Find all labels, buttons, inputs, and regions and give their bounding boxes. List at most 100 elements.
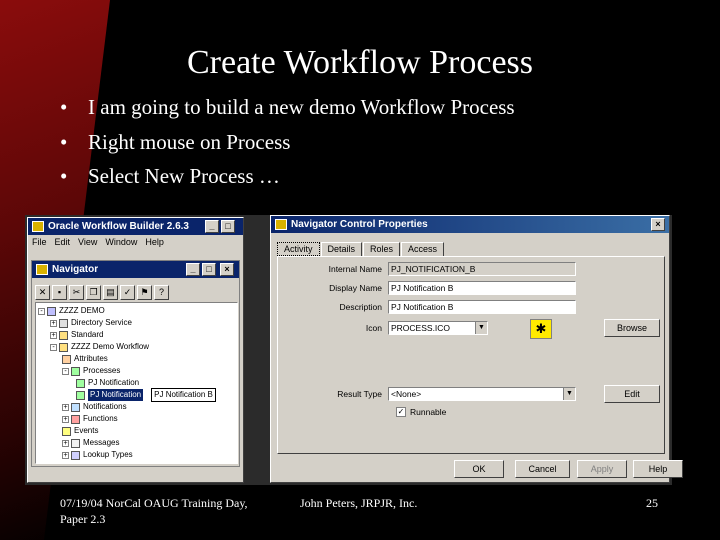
rename-input[interactable]: PJ Notification B	[151, 388, 216, 402]
runnable-label: Runnable	[410, 407, 447, 417]
expand-icon[interactable]: +	[62, 415, 69, 423]
help-tool-icon[interactable]: ?	[154, 285, 169, 300]
bullet-item: Right mouse on Process	[60, 125, 515, 160]
cut-tool-icon[interactable]: ✂	[69, 285, 84, 300]
result-type-select[interactable]: <None> ▼	[388, 387, 576, 401]
notifications-icon	[71, 402, 80, 412]
icon-row: Icon PROCESS.ICO ▼	[278, 321, 488, 335]
display-name-row: Display Name PJ Notification B	[278, 281, 576, 295]
properties-tabs: Activity Details Roles Access	[277, 242, 445, 256]
internal-name-label: Internal Name	[328, 264, 382, 274]
properties-title: Navigator Control Properties	[291, 219, 428, 230]
tree-item[interactable]: + Notifications	[62, 401, 127, 413]
tree-item[interactable]: + Standard	[50, 329, 103, 341]
menu-view[interactable]: View	[78, 237, 97, 247]
menu-file[interactable]: File	[32, 237, 47, 247]
tree-item[interactable]: - ZZZZ Demo Workflow	[50, 341, 149, 353]
verify-tool-icon[interactable]: ✓	[120, 285, 135, 300]
dialog-close-button[interactable]: ×	[651, 218, 665, 231]
description-row: Description PJ Notification B	[278, 300, 576, 314]
bullet-item: I am going to build a new demo Workflow …	[60, 90, 515, 125]
builder-titlebar: Oracle Workflow Builder 2.6.3 _ □	[28, 218, 243, 235]
dialog-icon	[275, 219, 287, 230]
tree-item[interactable]: + Directory Service	[50, 317, 132, 329]
maximize-button[interactable]: □	[221, 220, 235, 233]
description-field[interactable]: PJ Notification B	[388, 300, 576, 314]
menu-window[interactable]: Window	[105, 237, 137, 247]
tree-item[interactable]: - Processes	[62, 365, 120, 377]
processes-icon	[71, 366, 80, 376]
tab-access[interactable]: Access	[401, 242, 445, 256]
page-number: 25	[646, 496, 658, 510]
tab-details[interactable]: Details	[320, 242, 363, 256]
minimize-button[interactable]: _	[205, 220, 219, 233]
collapse-icon[interactable]: -	[50, 343, 57, 351]
result-type-label: Result Type	[337, 389, 382, 399]
app-icon	[32, 221, 44, 232]
menu-help[interactable]: Help	[145, 237, 164, 247]
activity-panel: Internal Name PJ_NOTIFICATION_B Display …	[277, 256, 665, 454]
edit-button[interactable]: Edit	[604, 385, 660, 403]
properties-titlebar: Navigator Control Properties ×	[271, 216, 669, 233]
tree-item-selected[interactable]: PJ Notification PJ Notification B	[76, 388, 216, 402]
gear-icon: ✱	[530, 319, 552, 339]
expand-icon[interactable]: +	[50, 331, 57, 339]
icon-select[interactable]: PROCESS.ICO ▼	[388, 321, 488, 335]
tab-roles[interactable]: Roles	[363, 242, 401, 256]
nav-maximize-button[interactable]: □	[202, 263, 216, 276]
tree-item[interactable]: - ZZZZ DEMO	[38, 305, 105, 317]
nav-minimize-button[interactable]: _	[186, 263, 200, 276]
display-name-field[interactable]: PJ Notification B	[388, 281, 576, 295]
functions-icon	[71, 414, 80, 424]
runnable-checkbox-row[interactable]: ✓ Runnable	[396, 407, 446, 417]
display-name-label: Display Name	[329, 283, 382, 293]
footer-event: 07/19/04 NorCal OAUG Training Day, Paper…	[60, 496, 248, 526]
properties-dialog: Navigator Control Properties × Activity …	[270, 215, 683, 483]
navigator-titlebar: Navigator _ □ ×	[32, 261, 239, 278]
directory-icon	[59, 318, 68, 328]
apply-button[interactable]: Apply	[577, 460, 627, 478]
tree-item[interactable]: Attributes	[62, 353, 108, 365]
icon-label: Icon	[365, 323, 382, 333]
chevron-down-icon[interactable]: ▼	[475, 322, 487, 334]
cancel-button[interactable]: Cancel	[515, 460, 570, 478]
bullet-item: Select New Process …	[60, 159, 515, 194]
tree-item[interactable]: PJ Notification	[76, 377, 139, 389]
copy-tool-icon[interactable]: ❐	[86, 285, 101, 300]
save-tool-icon[interactable]: ▪	[52, 285, 67, 300]
nav-close-button[interactable]: ×	[220, 263, 234, 276]
attributes-icon	[62, 354, 71, 364]
footer-author: John Peters, JRPJR, Inc.	[300, 496, 418, 510]
flag-tool-icon[interactable]: ⚑	[137, 285, 152, 300]
messages-icon	[71, 438, 80, 448]
expand-icon[interactable]: +	[50, 319, 57, 327]
tab-activity[interactable]: Activity	[277, 242, 320, 256]
collapse-icon[interactable]: -	[62, 367, 69, 375]
chevron-down-icon[interactable]: ▼	[563, 388, 575, 400]
builder-title: Oracle Workflow Builder 2.6.3	[48, 221, 189, 232]
events-icon	[62, 426, 71, 436]
tree-item[interactable]: + Messages	[62, 437, 119, 449]
help-button[interactable]: Help	[633, 460, 683, 478]
item-type-icon	[59, 330, 68, 340]
close-tool-icon[interactable]: ✕	[35, 285, 50, 300]
menubar: File Edit View Window Help	[28, 235, 243, 249]
internal-name-field[interactable]: PJ_NOTIFICATION_B	[388, 262, 576, 276]
process-icon	[76, 378, 85, 388]
internal-name-row: Internal Name PJ_NOTIFICATION_B	[278, 262, 576, 276]
ok-button[interactable]: OK	[454, 460, 504, 478]
paste-tool-icon[interactable]: ▤	[103, 285, 118, 300]
tree-item[interactable]: + Lookup Types	[62, 449, 133, 461]
browse-button[interactable]: Browse	[604, 319, 660, 337]
tree-item[interactable]: Events	[62, 425, 98, 437]
expand-icon[interactable]: +	[62, 451, 69, 459]
expand-icon[interactable]: +	[62, 439, 69, 447]
process-icon	[76, 390, 85, 400]
result-type-row: Result Type <None> ▼	[278, 387, 576, 401]
expand-icon[interactable]: +	[62, 403, 69, 411]
slide-title: Create Workflow Process	[187, 44, 533, 81]
tree-item[interactable]: + Functions	[62, 413, 118, 425]
collapse-icon[interactable]: -	[38, 307, 45, 315]
menu-edit[interactable]: Edit	[55, 237, 71, 247]
runnable-checkbox[interactable]: ✓	[396, 407, 406, 417]
